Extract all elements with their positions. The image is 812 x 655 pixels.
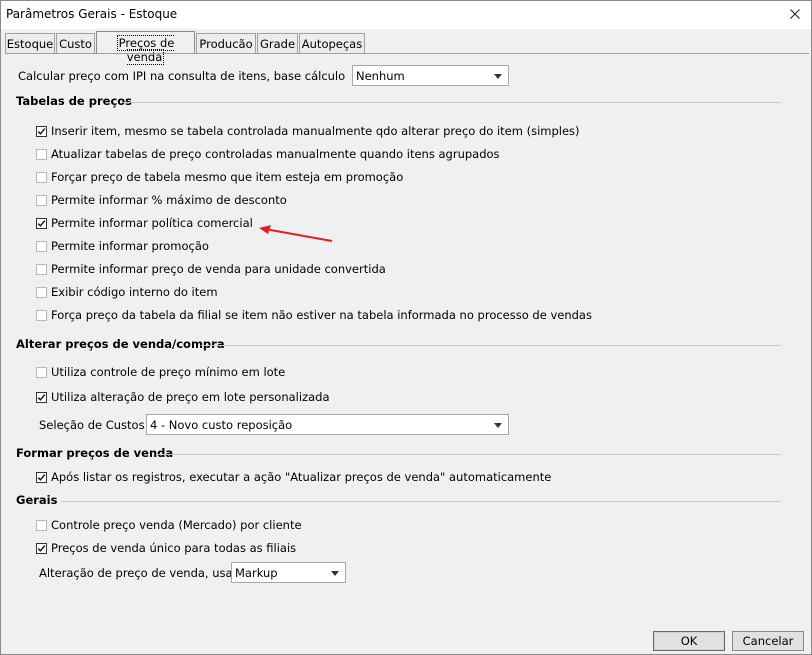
tab-custo[interactable]: Custo xyxy=(56,33,95,53)
checkbox-label: Inserir item, mesmo se tabela controlada… xyxy=(51,124,580,138)
alteracao-preco-value: Markup xyxy=(235,566,278,580)
checkbox-unchecked[interactable] xyxy=(36,367,47,378)
alteracao-preco-select[interactable]: Markup xyxy=(231,562,346,583)
ipi-label: Calcular preço com IPI na consulta de it… xyxy=(18,69,346,83)
checkbox-label: Permite informar preço de venda para uni… xyxy=(51,262,386,276)
close-icon xyxy=(790,9,800,19)
checkmark-icon xyxy=(37,220,46,227)
checkbox-unchecked[interactable] xyxy=(36,149,47,160)
selecao-custos-label: Seleção de Custos xyxy=(39,418,145,432)
close-button[interactable] xyxy=(785,5,805,23)
checkbox-checked[interactable] xyxy=(36,218,47,229)
tab-producao[interactable]: Producão xyxy=(196,33,256,53)
checkbox-label: Força preço da tabela da filial se item … xyxy=(51,308,592,322)
checkbox-unchecked[interactable] xyxy=(36,241,47,252)
checkmark-icon xyxy=(37,128,46,135)
tab-precos-de-venda[interactable]: Preços de venda xyxy=(96,31,195,65)
section-gerais-title: Gerais xyxy=(16,493,58,507)
alteracao-preco-label: Alteração de preço de venda, usar xyxy=(39,566,238,580)
tab-grade[interactable]: Grade xyxy=(257,33,298,53)
tab-estoque[interactable]: Estoque xyxy=(5,33,55,53)
checkmark-icon xyxy=(37,545,46,552)
section-divider xyxy=(123,102,781,103)
title-bar: Parâmetros Gerais - Estoque xyxy=(1,1,811,29)
checkbox-unchecked[interactable] xyxy=(36,520,47,531)
checkmark-icon xyxy=(37,474,46,481)
selecao-custos-select[interactable]: 4 - Novo custo reposição xyxy=(146,414,509,435)
checkbox-label: Permite informar % máximo de desconto xyxy=(51,193,287,207)
ipi-base-value: Nenhum xyxy=(356,69,405,83)
section-tabelas-title: Tabelas de preços xyxy=(16,94,133,108)
section-divider xyxy=(201,345,781,346)
checkbox-checked[interactable] xyxy=(36,126,47,137)
ipi-base-select[interactable]: Nenhum xyxy=(352,65,509,86)
checkbox-label: Atualizar tabelas de preço controladas m… xyxy=(51,147,500,161)
ok-button[interactable]: OK xyxy=(653,631,725,651)
checkmark-icon xyxy=(37,394,46,401)
checkbox-unchecked[interactable] xyxy=(36,172,47,183)
checkbox-label: Permite informar promoção xyxy=(51,239,209,253)
selecao-custos-value: 4 - Novo custo reposição xyxy=(150,418,293,432)
checkbox-checked[interactable] xyxy=(36,472,47,483)
checkbox-checked[interactable] xyxy=(36,392,47,403)
checkbox-label: Controle preço venda (Mercado) por clien… xyxy=(51,518,302,532)
tab-panel xyxy=(5,53,809,652)
chevron-down-icon xyxy=(494,74,502,79)
chevron-down-icon xyxy=(331,571,339,576)
checkbox-label: Utiliza alteração de preço em lote perso… xyxy=(51,390,330,404)
cancel-button[interactable]: Cancelar xyxy=(732,631,804,651)
section-alterar-title: Alterar preços de venda/compra xyxy=(16,337,225,351)
checkbox-unchecked[interactable] xyxy=(36,264,47,275)
tab-autopecas[interactable]: Autopeças xyxy=(299,33,365,53)
section-formar-title: Formar preços de venda xyxy=(16,446,174,460)
dialog-window: Parâmetros Gerais - Estoque Estoque Cust… xyxy=(0,0,812,655)
checkbox-unchecked[interactable] xyxy=(36,287,47,298)
checkbox-unchecked[interactable] xyxy=(36,195,47,206)
checkbox-label: Permite informar política comercial xyxy=(51,216,253,230)
annotation-arrow-icon xyxy=(259,225,333,242)
window-title: Parâmetros Gerais - Estoque xyxy=(6,7,178,21)
checkbox-label: Utiliza controle de preço mínimo em lote xyxy=(51,365,286,379)
section-divider xyxy=(61,501,781,502)
checkbox-label: Exibir código interno do item xyxy=(51,285,218,299)
checkbox-label: Preços de venda único para todas as fili… xyxy=(51,541,297,555)
checkbox-checked[interactable] xyxy=(36,543,47,554)
checkbox-label: Após listar os registros, executar a açã… xyxy=(51,470,552,484)
section-divider xyxy=(156,454,781,455)
checkbox-unchecked[interactable] xyxy=(36,310,47,321)
checkbox-label: Forçar preço de tabela mesmo que item es… xyxy=(51,170,404,184)
chevron-down-icon xyxy=(494,423,502,428)
